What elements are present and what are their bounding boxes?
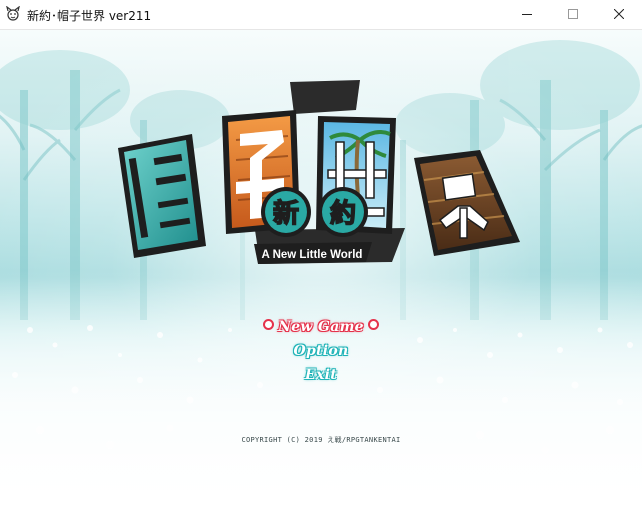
window-title: 新約･帽子世界 ver211 [27, 9, 152, 23]
maximize-button[interactable] [550, 0, 596, 29]
copyright-text: COPYRIGHT (C) 2019 え戦/RPGTANKENTAI [241, 436, 401, 444]
close-icon [614, 9, 624, 19]
new-game-label: New Game [278, 319, 364, 335]
logo-subtitle: A New Little World [262, 249, 363, 261]
minimize-button[interactable] [504, 0, 550, 29]
logo-badge-1: 新 [273, 198, 299, 229]
selection-right-marker-icon [367, 319, 379, 330]
exit-label: Exit [304, 367, 337, 383]
logo-badge-2: 約 [330, 198, 356, 229]
option-label: Option [293, 343, 349, 359]
hat-creature-icon [6, 6, 20, 21]
exit-menu-item[interactable]: Exit [0, 367, 642, 383]
title-bar[interactable]: 新約･帽子世界 ver211 [0, 0, 642, 30]
new-game-menu-item[interactable]: New Game [0, 319, 642, 335]
title-screen[interactable]: 新 約 A New Little World New Game Option E… [0, 30, 642, 507]
game-window: 新約･帽子世界 ver211 新 約 A New Little World Ne… [0, 0, 642, 507]
close-button[interactable] [596, 0, 642, 29]
option-menu-item[interactable]: Option [0, 343, 642, 359]
selection-left-marker-icon [263, 319, 275, 330]
minimize-icon [522, 14, 532, 15]
maximize-icon [568, 9, 578, 19]
